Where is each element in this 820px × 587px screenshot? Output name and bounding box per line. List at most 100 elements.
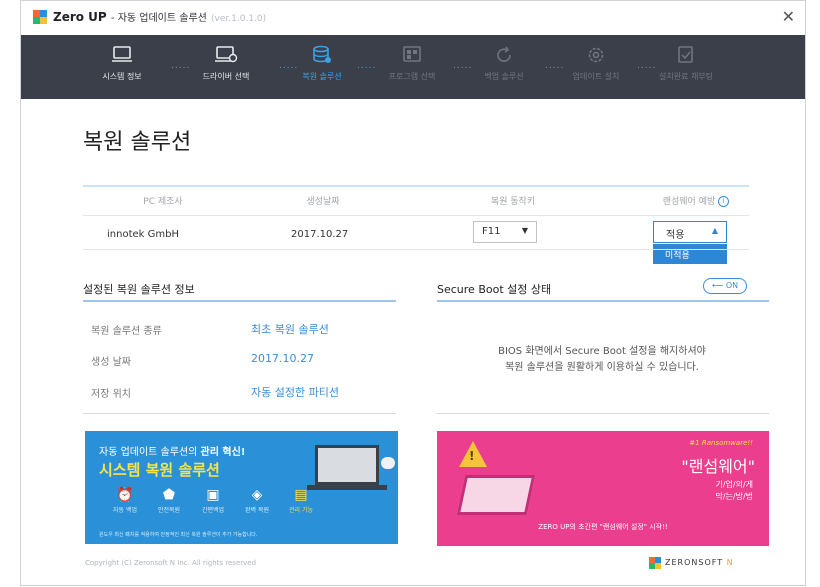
title-bar: Zero UP - 자동 업데이트 솔루션 (ver.1.0.1.0) ✕ (21, 1, 805, 35)
step-label: 시스템 정보 (102, 72, 142, 81)
logo-brand: ZERONSOFT (665, 558, 724, 567)
ransomware-banner[interactable]: ! #1 Ransomware!! "랜섬웨어" 기/업/의/게 막/는/방/법… (437, 431, 769, 546)
chevron-down-icon: ▼ (521, 226, 528, 235)
ransomware-selected-value: 적용 (666, 230, 685, 241)
app-title: Zero UP - 자동 업데이트 솔루션 (ver.1.0.1.0) (53, 9, 266, 24)
banner-right-tag: #1 Ransomware!! (689, 439, 753, 447)
info-label-location: 저장 위치 (91, 389, 131, 400)
banner-right-title: "랜섬웨어" (681, 457, 755, 476)
disk-icon: ▤ (294, 487, 308, 503)
column-header-date: 생성날짜 (306, 197, 340, 207)
feature-item: ◈ 완벽 복원 (239, 487, 275, 514)
step-system-info[interactable]: 시스템 정보 (87, 45, 157, 82)
banner-right-footer: ZERO UP의 초간편 "랜섬웨어 설정" 시작!! (538, 523, 668, 531)
step-label: 업데이트 설치 (572, 72, 620, 81)
app-window: Zero UP - 자동 업데이트 솔루션 (ver.1.0.1.0) ✕ 시스… (20, 0, 806, 586)
column-header-key: 복원 동작키 (490, 197, 536, 207)
page-title: 복원 솔루션 (83, 130, 192, 155)
step-restore-solution[interactable]: 복원 솔루션 (287, 45, 357, 82)
banner-right-sub1: 기/업/의/게 (715, 480, 753, 489)
restore-solution-banner[interactable]: 자동 업데이트 솔루션의 관리 혁신! 시스템 복원 솔루션 ⏰ 자동 백업 ⬟ 안… (85, 431, 398, 544)
banner-right-sub: 기/업/의/게 막/는/방/법 (715, 479, 753, 503)
info-label-type: 복원 솔루션 종류 (91, 326, 162, 337)
step-label: 설치완료 재부팅 (658, 72, 714, 81)
cell-maker: innotek GmbH (107, 229, 179, 240)
section-underline (437, 300, 769, 302)
section-divider (437, 413, 769, 414)
feature-item: ▣ 간편백업 (195, 487, 231, 514)
ransomware-select[interactable]: 적용 ▲ (653, 221, 727, 243)
feature-caption: 완벽 복원 (245, 507, 269, 514)
tag-icon: ◈ (251, 487, 263, 503)
banner-left-footer: 윈도우 최신 패치를 적용하여 안정적인 최신 복원 솔루션이 추가 가능합니다… (99, 532, 258, 538)
cell-date: 2017.10.27 (291, 229, 349, 240)
chevron-up-icon: ▲ (711, 226, 718, 235)
laptop-illustration (456, 475, 536, 515)
secure-boot-line2: 복원 솔루션을 원활하게 이용하실 수 있습니다. (505, 362, 699, 373)
secure-boot-message: BIOS 화면에서 Secure Boot 설정을 해지하셔야 복원 솔루션을 … (437, 344, 767, 376)
step-navigation: 시스템 정보 ..... 드라이버 선택 ..... 복원 솔루션 ..... … (21, 35, 805, 99)
feature-caption: 간편백업 (201, 507, 225, 514)
table-header: PC 제조사 생성날짜 복원 동작키 랜섬웨어 예방 i (83, 185, 749, 216)
section-divider (83, 413, 396, 414)
feature-item: ▤ 관리 기능 (283, 487, 319, 514)
step-label: 백업 솔루션 (484, 72, 524, 81)
info-icon[interactable]: i (718, 196, 730, 207)
toggle-label: ON (725, 281, 739, 290)
laptop-illustration (315, 445, 379, 485)
copy-icon: ▣ (206, 487, 220, 503)
feature-item: ⏰ 자동 백업 (107, 487, 143, 514)
step-program-select[interactable]: 프로그램 선택 (377, 45, 447, 82)
mouse-illustration (381, 457, 395, 469)
secure-boot-title: Secure Boot 설정 상태 (437, 283, 552, 296)
step-update-install[interactable]: 업데이트 설치 (561, 45, 631, 82)
secure-boot-toggle[interactable]: ⟵ ON (703, 278, 747, 294)
computer-icon (215, 46, 238, 63)
section-underline (83, 300, 396, 302)
restore-key-select[interactable]: F11 ▼ (473, 221, 537, 243)
step-driver-select[interactable]: 드라이버 선택 (191, 45, 261, 82)
refresh-icon (497, 46, 511, 62)
restore-key-value: F11 (482, 226, 501, 237)
app-subtitle: - 자동 업데이트 솔루션 (110, 13, 207, 24)
info-label-date: 생성 날짜 (91, 357, 131, 368)
info-value-type: 최초 복원 솔루션 (251, 323, 329, 336)
step-label: 프로그램 선택 (388, 72, 436, 81)
logo-text: ZERONSOFT N (665, 558, 734, 567)
feature-caption: 관리 기능 (289, 507, 313, 514)
feature-item: ⬟ 안전복원 (151, 487, 187, 514)
banner-right-sub2: 막/는/방/법 (715, 492, 753, 501)
ransom-header-label: 랜섬웨어 예방 (662, 197, 716, 207)
banner-left-line1: 자동 업데이트 솔루션의 관리 혁신! (99, 443, 245, 458)
column-header-ransom: 랜섬웨어 예방 i (643, 194, 749, 207)
logo-brand-n: N (726, 558, 734, 567)
feature-caption: 안전복원 (157, 507, 181, 514)
info-value-location: 자동 설정한 파티션 (251, 386, 339, 399)
step-backup-solution[interactable]: 백업 솔루션 (469, 45, 539, 82)
copyright-text: Copyright (C) Zeronsoft N Inc. All right… (85, 559, 257, 567)
banner-left-line1a: 자동 업데이트 솔루션의 (99, 447, 198, 458)
banner-left-headline: 시스템 복원 솔루션 (99, 461, 220, 479)
step-connector: ..... (357, 61, 377, 71)
banner-left-line1b: 관리 혁신! (200, 447, 246, 458)
apps-icon (403, 46, 421, 62)
step-connector: ..... (171, 61, 191, 71)
app-name: Zero UP (53, 10, 107, 24)
feature-caption: 자동 백업 (113, 507, 137, 514)
zeronsoft-logo: ZERONSOFT N (649, 557, 757, 571)
solution-info-title: 설정된 복원 솔루션 정보 (83, 283, 195, 296)
column-header-maker: PC 제조사 (143, 197, 183, 207)
database-icon (313, 45, 331, 63)
computer-icon (112, 46, 132, 62)
step-finish-reboot[interactable]: 설치완료 재부팅 (651, 45, 721, 82)
table-row-divider (83, 249, 749, 250)
info-value-date: 2017.10.27 (251, 352, 314, 365)
close-icon[interactable]: ✕ (782, 7, 795, 26)
gear-icon (588, 47, 604, 63)
step-label: 드라이버 선택 (202, 72, 250, 81)
app-logo-icon (33, 10, 47, 24)
app-version: (ver.1.0.1.0) (211, 14, 267, 24)
check-doc-icon (678, 46, 693, 63)
shield-icon: ⬟ (162, 487, 176, 503)
ransomware-option-disable[interactable]: 미적용 (653, 244, 727, 264)
